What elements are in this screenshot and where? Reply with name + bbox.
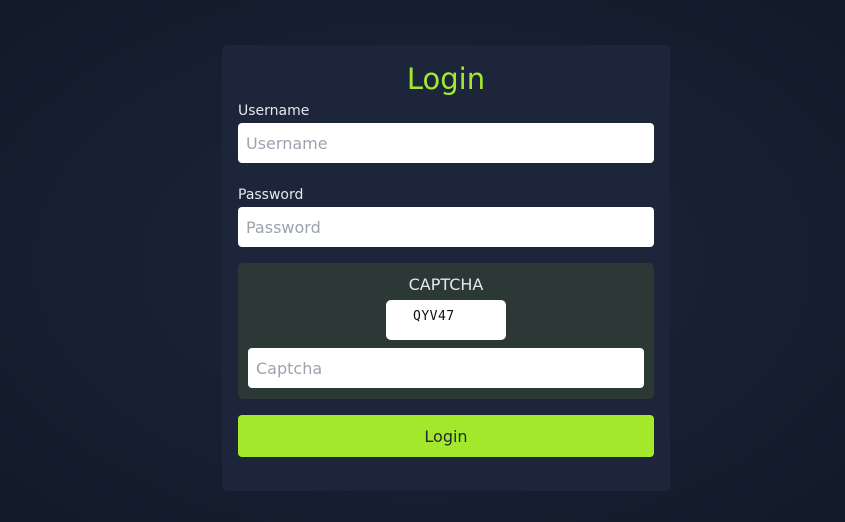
captcha-title: CAPTCHA: [408, 275, 484, 294]
password-label: Password: [238, 187, 304, 203]
captcha-input[interactable]: [248, 348, 644, 388]
login-button[interactable]: Login: [238, 415, 654, 457]
username-label: Username: [238, 103, 310, 119]
login-card: Login Username Password CAPTCHA QYV47 Lo…: [222, 45, 670, 491]
captcha-panel: CAPTCHA QYV47: [238, 263, 654, 399]
captcha-image: QYV47: [386, 300, 506, 340]
captcha-code: QYV47: [413, 309, 455, 324]
password-input[interactable]: [238, 207, 654, 247]
page-title: Login: [406, 62, 486, 96]
username-input[interactable]: [238, 123, 654, 163]
